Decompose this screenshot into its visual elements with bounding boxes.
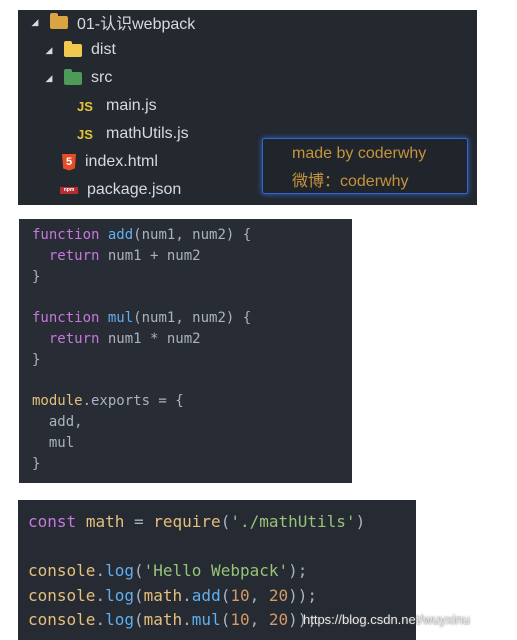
tree-item-label: mathUtils.js [106, 125, 189, 142]
tree-item-index-html[interactable]: 5 index.html [62, 150, 158, 174]
code-line: function mul(num1, num2) { [32, 310, 252, 327]
tree-item-package-json[interactable]: npm package.json [60, 178, 181, 202]
code-line: mul [32, 435, 75, 451]
tree-item-label: dist [91, 41, 116, 58]
tree-item-src[interactable]: ◢ src [42, 66, 112, 90]
chevron-down-icon[interactable]: ◢ [42, 45, 56, 56]
code-line: return num1 * num2 [48, 331, 201, 347]
code-line: return num1 + num2 [48, 247, 201, 264]
file-explorer: ◢ 01-认识webpack ◢ dist ◢ src JS main.js J… [18, 10, 477, 205]
tree-item-mathutils-js[interactable]: JS mathUtils.js [77, 122, 189, 146]
code-line: } [32, 351, 41, 368]
tree-item-label: 01-认识webpack [77, 16, 196, 33]
code-line: const math = require('./mathUtils') [28, 512, 366, 531]
code-line: console.log('Hello Webpack'); [28, 561, 308, 581]
js-file-icon: JS [77, 126, 93, 142]
npm-file-icon: npm [60, 186, 78, 194]
code-line: } [32, 455, 41, 472]
js-file-icon: JS [77, 98, 93, 114]
tree-item-main-js[interactable]: JS main.js [77, 94, 157, 118]
author-badge: made by coderwhy 微博：coderwhy [262, 138, 468, 194]
tree-item-label: main.js [106, 97, 157, 114]
tree-item-label: src [91, 69, 113, 86]
tree-item-label: index.html [85, 153, 158, 170]
tree-item-label: package.json [87, 181, 182, 198]
tree-item-root-folder[interactable]: ◢ 01-认识webpack [28, 10, 195, 34]
watermark: https://blog.csdn.net/wuyxinu [303, 612, 470, 627]
math-utils-code-block: function add(num1, num2) { return num1 +… [19, 219, 352, 483]
code-line: } [32, 268, 41, 285]
code-line: function add(num1, num2) { [32, 227, 252, 243]
badge-line-1: made by coderwhy [292, 145, 427, 162]
badge-line-2: 微博：coderwhy [292, 173, 409, 190]
folder-src-icon [64, 68, 82, 85]
folder-open-icon [50, 12, 68, 29]
code-line: console.log(math.mul(10, 20)); [28, 610, 318, 630]
folder-open-icon [64, 40, 82, 57]
code-line: module.exports = { [32, 393, 184, 410]
html5-file-icon: 5 [62, 153, 76, 171]
code-line: add, [32, 414, 83, 431]
chevron-down-icon[interactable]: ◢ [28, 17, 42, 28]
tree-item-dist[interactable]: ◢ dist [42, 38, 116, 62]
chevron-down-icon[interactable]: ◢ [42, 73, 56, 84]
code-line: console.log(math.add(10, 20)); [28, 585, 318, 605]
